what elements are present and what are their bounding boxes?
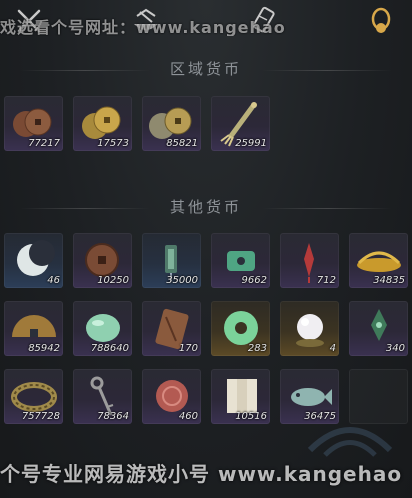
currency-slot[interactable]: 17573 [73,96,132,151]
currency-count: 340 [385,343,405,354]
currency-count: 85942 [28,343,60,354]
currency-slot[interactable]: 25991 [211,96,270,151]
currency-slot[interactable]: 9662 [211,233,270,288]
currency-count: 10250 [97,275,129,286]
currency-count: 17573 [97,138,129,149]
currency-slot[interactable]: 10250 [73,233,132,288]
currency-slot[interactable]: 85821 [142,96,201,151]
currency-slot[interactable]: 46 [4,233,63,288]
tab-bar: 戏选看个号网址：www.kangehao [0,0,412,44]
currency-slot[interactable]: 10516 [211,369,270,424]
currency-slot[interactable]: 788640 [73,301,132,356]
currency-count: 460 [178,411,198,422]
currency-slot[interactable]: 77217 [4,96,63,151]
currency-slot[interactable]: 85942 [4,301,63,356]
currency-count: 25991 [235,138,267,149]
currency-count: 78364 [97,411,129,422]
currency-slot[interactable]: 78364 [73,369,132,424]
section-title-other: 其他货币 [169,198,242,216]
currency-count: 170 [178,343,198,354]
currency-count: 10516 [235,411,267,422]
currency-count: 35000 [166,275,198,286]
currency-count: 34835 [373,275,405,286]
currency-count: 85821 [166,138,198,149]
watermark-top: 戏选看个号网址：www.kangehao [0,18,286,36]
currency-slot[interactable]: 4 [280,301,339,356]
currency-slot[interactable]: 712 [280,233,339,288]
currency-panel: 戏选看个号网址：www.kangehao 区域货币 77217 17573 8582… [0,0,412,498]
currency-slot[interactable]: 460 [142,369,201,424]
currency-slot[interactable]: 170 [142,301,201,356]
currency-slot[interactable]: 340 [349,301,408,356]
currency-count: 9662 [241,275,267,286]
currency-slot[interactable]: 35000 [142,233,201,288]
currency-count: 757728 [21,411,60,422]
currency-count: 712 [316,275,336,286]
currency-slot[interactable]: 34835 [349,233,408,288]
watermark-bottom: 个号专业网易游戏小号 www.kangehao [0,462,403,486]
currency-slot[interactable]: 757728 [4,369,63,424]
currency-count: 46 [47,275,60,286]
currency-slot[interactable]: 283 [211,301,270,356]
currency-count: 4 [329,343,336,354]
currency-count: 283 [247,343,267,354]
section-title-regional: 区域货币 [169,60,242,78]
currency-count: 788640 [90,343,129,354]
currency-count: 77217 [28,138,60,149]
